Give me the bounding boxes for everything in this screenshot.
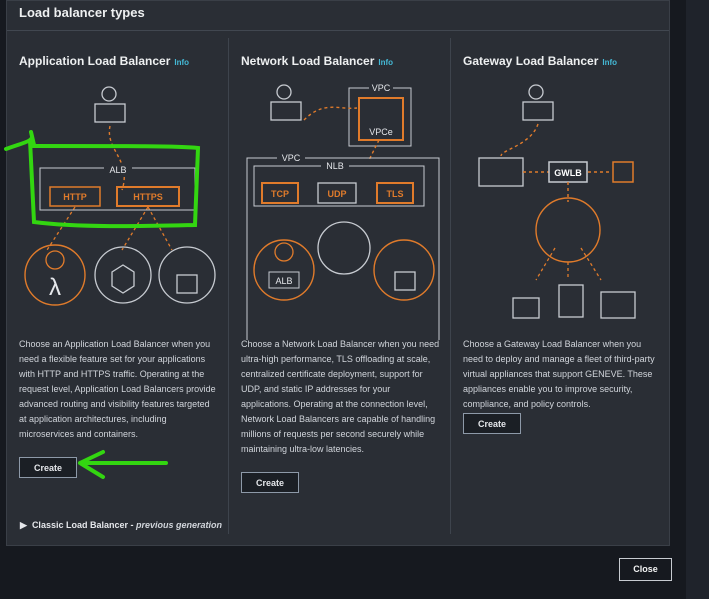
- target-icon: [45, 250, 65, 270]
- vpc-top-label: VPC: [372, 83, 391, 93]
- udp-label: UDP: [327, 189, 346, 199]
- nlb-card: Network Load Balancer Info VPC VPCe VPC N…: [229, 38, 451, 534]
- alb-target-label: ALB: [275, 276, 292, 286]
- gwlb-title-text: Gateway Load Balancer: [463, 54, 599, 68]
- classic-label: Classic Load Balancer: [31, 520, 128, 530]
- gwlb-diagram: GWLB: [478, 84, 636, 319]
- classic-load-balancer-toggle[interactable]: ▶ Classic Load Balancer - previous gener…: [20, 520, 222, 531]
- alb-group-label: ALB: [109, 165, 126, 175]
- alb-target-circle: [253, 239, 315, 301]
- nlb-target-icon: [274, 242, 294, 262]
- container-icon: [111, 264, 135, 294]
- nlb-user-icon: [276, 84, 292, 100]
- nlb-diagram: VPC VPCe VPC NLB TCP UDP TLS ALB: [246, 83, 440, 340]
- nlb-box: [253, 165, 425, 207]
- alb-diagram: ALB HTTP HTTPS λ: [24, 86, 216, 306]
- gwlb-title: Gateway Load Balancer Info: [463, 54, 617, 68]
- gwlb-laptop-icon: [522, 101, 554, 121]
- tcp-label: TCP: [271, 189, 289, 199]
- modal-title: Load balancer types: [19, 5, 145, 20]
- vpc-left-label: VPC: [282, 153, 301, 163]
- gwlb-description: Choose a Gateway Load Balancer when you …: [463, 339, 655, 409]
- alb-create-button[interactable]: Create: [19, 457, 77, 478]
- alb-title: Application Load Balancer Info: [19, 54, 189, 68]
- gwlb-create-button[interactable]: Create: [463, 413, 521, 434]
- nlb-instance-circle: [373, 239, 435, 301]
- container-target-circle: [94, 246, 152, 304]
- alb-info-link[interactable]: Info: [174, 58, 189, 67]
- tls-label: TLS: [387, 189, 404, 199]
- alb-laptop-icon: [94, 103, 126, 123]
- nlb-description: Choose a Network Load Balancer when you …: [241, 339, 440, 454]
- firewall-icon: [600, 291, 636, 319]
- page-scroll-strip: [686, 0, 709, 599]
- modal-header: Load balancer types: [7, 1, 669, 31]
- classic-separator: -: [127, 520, 136, 530]
- nlb-title: Network Load Balancer Info: [241, 54, 393, 68]
- nlb-group-label: NLB: [326, 161, 344, 171]
- gwlb-card: Gateway Load Balancer Info GWLB Choose a …: [451, 38, 669, 534]
- nlb-container-circle: [317, 221, 371, 275]
- caret-right-icon: ▶: [20, 520, 27, 530]
- alb-user-icon: [101, 86, 117, 102]
- nlb-title-text: Network Load Balancer: [241, 54, 375, 68]
- nlb-info-link[interactable]: Info: [378, 58, 393, 67]
- lock-icon: [512, 297, 540, 319]
- gwlb-label: GWLB: [554, 168, 582, 178]
- chip-icon: [176, 274, 198, 294]
- http-label: HTTP: [63, 192, 87, 202]
- classic-suffix: previous generation: [135, 520, 223, 530]
- gwlb-chip-icon: [612, 161, 634, 183]
- router-icon: [478, 157, 524, 187]
- nlb-laptop-icon: [270, 101, 302, 121]
- alb-card: Application Load Balancer Info ALB HTTP H…: [7, 38, 229, 534]
- https-label: HTTPS: [133, 192, 163, 202]
- nlb-chip-icon: [394, 271, 416, 291]
- vpce-label: VPCe: [369, 127, 393, 137]
- gwlb-user-icon: [528, 84, 544, 100]
- load-balancer-types-modal: Load balancer types Application Load Bal…: [6, 0, 670, 546]
- close-button[interactable]: Close: [619, 558, 672, 581]
- alb-description: Choose an Application Load Balancer when…: [19, 339, 216, 439]
- alb-title-text: Application Load Balancer: [19, 54, 171, 68]
- checklist-icon: [558, 284, 584, 318]
- lambda-icon: λ: [49, 274, 61, 301]
- gwlb-info-link[interactable]: Info: [602, 58, 617, 67]
- appliance-target-circle: [535, 197, 601, 263]
- nlb-create-button[interactable]: Create: [241, 472, 299, 493]
